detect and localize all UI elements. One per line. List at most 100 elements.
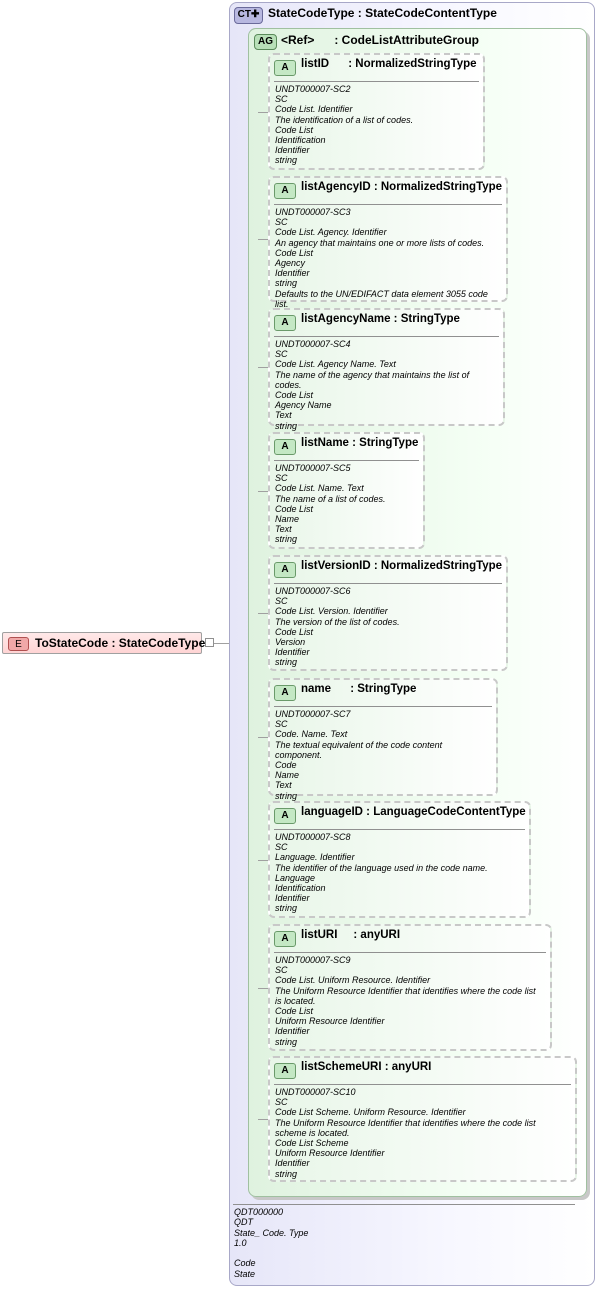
annotation-line: Code List. Agency Name. Text — [275, 359, 396, 370]
connector-attribute-tick — [258, 239, 268, 240]
annotation-line: An agency that maintains one or more lis… — [275, 237, 485, 248]
annotation-line: string — [275, 657, 298, 668]
connector-attribute-tick — [258, 737, 268, 738]
annotation-line: Name — [275, 514, 300, 525]
annotation-line: Code List — [275, 503, 314, 514]
element-box[interactable]: E ToStateCode : StateCodeType — [2, 632, 206, 654]
attribute-box-listuri[interactable]: AlistURI : anyURI UNDT000007-SC9 SC Code Li… — [268, 924, 552, 1051]
annotation-line: The Uniform Resource Identifier that ide… — [275, 985, 536, 1006]
attribute-box-listname[interactable]: AlistName : StringType UNDT000007-SC5 SC Co… — [268, 432, 425, 549]
attribute-annotation: UNDT000007-SC3 SC Code List. Agency. Ident… — [275, 207, 500, 309]
annotation-line: Name — [275, 770, 300, 781]
attribute-badge: A — [274, 60, 296, 76]
complex-type-badge-text: CT — [237, 9, 251, 20]
attribute-box-listagencyname[interactable]: AlistAgencyName : StringType UNDT000007-S… — [268, 308, 505, 431]
annotation-line: The name of the agency that maintains th… — [275, 369, 470, 390]
annotation-line: Code — [275, 760, 297, 771]
attribute-box-listversionid[interactable]: AlistVersionID : NormalizedStringType UND… — [268, 555, 508, 671]
element-label: ToStateCode : StateCodeType — [35, 636, 206, 650]
attribute-group-title: <Ref> : CodeListAttributeGroup — [281, 33, 480, 47]
annotation-line: Identification — [275, 135, 326, 146]
annotation-line: The textual equivalent of the code conte… — [275, 739, 443, 760]
annotation-line: string — [275, 903, 298, 914]
attribute-box-listagencyid[interactable]: AlistAgencyID : NormalizedStringType UNDT… — [268, 176, 508, 309]
annotation-line: UNDT000007-SC9 — [275, 955, 351, 965]
annotation-line: Identifier — [275, 268, 310, 279]
footer-line: 1.0 — [234, 1237, 247, 1248]
annotation-line: Code List — [275, 1006, 314, 1017]
annotation-line: string — [275, 1168, 298, 1179]
annotation-line: UNDT000007-SC5 — [275, 463, 351, 473]
annotation-line: string — [275, 155, 298, 166]
complex-type-badge: CT✚ — [234, 7, 263, 24]
attribute-annotation: UNDT000007-SC10 SC Code List Scheme. Unifo… — [275, 1087, 569, 1179]
annotation-line: SC — [275, 596, 288, 607]
annotation-line: UNDT000007-SC2 — [275, 84, 351, 94]
attribute-group-badge: AG — [254, 34, 277, 50]
attribute-annotation: UNDT000007-SC8 SC Language. Identifier The … — [275, 832, 523, 914]
connector-expander-to-type — [214, 643, 229, 644]
annotation-line: SC — [275, 719, 288, 730]
annotation-line: Identifier — [275, 145, 310, 156]
annotation-line: SC — [275, 217, 288, 228]
attribute-title: languageID : LanguageCodeContentType — [301, 806, 526, 818]
attribute-box-languageid[interactable]: AlanguageID : LanguageCodeContentType UND… — [268, 801, 531, 918]
attribute-title: listAgencyID : NormalizedStringType — [301, 181, 503, 193]
attribute-annotation: UNDT000007-SC6 SC Code List. Version. Iden… — [275, 586, 500, 668]
collapse-toggle-icon[interactable] — [205, 638, 214, 647]
annotation-line: UNDT000007-SC6 — [275, 586, 351, 596]
attribute-separator — [274, 583, 502, 584]
footer-line: State — [234, 1268, 256, 1279]
attribute-separator — [274, 204, 502, 205]
attribute-separator — [274, 952, 546, 953]
annotation-line: Code List. Version. Identifier — [275, 606, 388, 617]
annotation-line: SC — [275, 473, 288, 484]
attribute-box-listschemeuri[interactable]: AlistSchemeURI : anyURI UNDT000007-SC10 SC… — [268, 1056, 577, 1182]
annotation-line: Agency Name — [275, 400, 332, 411]
annotation-line: The Uniform Resource Identifier that ide… — [275, 1117, 536, 1138]
annotation-line: Code List. Identifier — [275, 104, 353, 115]
annotation-line: string — [275, 278, 298, 289]
attribute-box-listid[interactable]: AlistID : NormalizedStringType UNDT000007… — [268, 53, 485, 170]
annotation-line: UNDT000007-SC7 — [275, 709, 351, 719]
annotation-line: string — [275, 534, 298, 545]
annotation-line: Version — [275, 637, 306, 648]
annotation-line: Identifier — [275, 893, 310, 904]
annotation-line: Code List Scheme — [275, 1138, 349, 1149]
annotation-line: Identifier — [275, 1026, 310, 1037]
annotation-line: Agency — [275, 258, 306, 269]
annotation-line: SC — [275, 965, 288, 976]
attribute-badge: A — [274, 1063, 296, 1079]
attribute-annotation: UNDT000007-SC5 SC Code List. Name. Text The… — [275, 463, 417, 545]
attribute-title: listSchemeURI : anyURI — [301, 1061, 432, 1073]
annotation-line: Code. Name. Text — [275, 729, 348, 740]
annotation-line: UNDT000007-SC4 — [275, 339, 351, 349]
attribute-title: name : StringType — [301, 683, 417, 695]
attribute-separator — [274, 336, 499, 337]
attribute-badge: A — [274, 439, 296, 455]
annotation-line: Text — [275, 524, 292, 535]
annotation-line: Code List — [275, 124, 314, 135]
expand-plus-icon: ✚ — [250, 9, 260, 20]
annotation-line: Uniform Resource Identifier — [275, 1016, 385, 1027]
attribute-separator — [274, 460, 419, 461]
footer-line — [234, 1248, 308, 1258]
annotation-line: SC — [275, 349, 288, 360]
attribute-badge: A — [274, 562, 296, 578]
attribute-title: listVersionID : NormalizedStringType — [301, 560, 503, 572]
annotation-line: SC — [275, 1097, 288, 1108]
annotation-line: UNDT000007-SC10 — [275, 1087, 356, 1097]
connector-attribute-tick — [258, 112, 268, 113]
annotation-line: Code List — [275, 390, 314, 401]
attribute-title: listURI : anyURI — [301, 929, 401, 941]
annotation-line: string — [275, 420, 298, 431]
annotation-line: Code List — [275, 247, 314, 258]
annotation-line: Identifier — [275, 647, 310, 658]
connector-attribute-tick — [258, 860, 268, 861]
annotation-line: Defaults to the UN/EDIFACT data element … — [275, 288, 488, 309]
attribute-badge: A — [274, 931, 296, 947]
connector-attribute-tick — [258, 613, 268, 614]
annotation-line: Identification — [275, 883, 326, 894]
footer-line: QDT000000 — [234, 1207, 284, 1217]
attribute-box-name[interactable]: Aname : StringType UNDT000007-SC7 SC Code. … — [268, 678, 498, 801]
